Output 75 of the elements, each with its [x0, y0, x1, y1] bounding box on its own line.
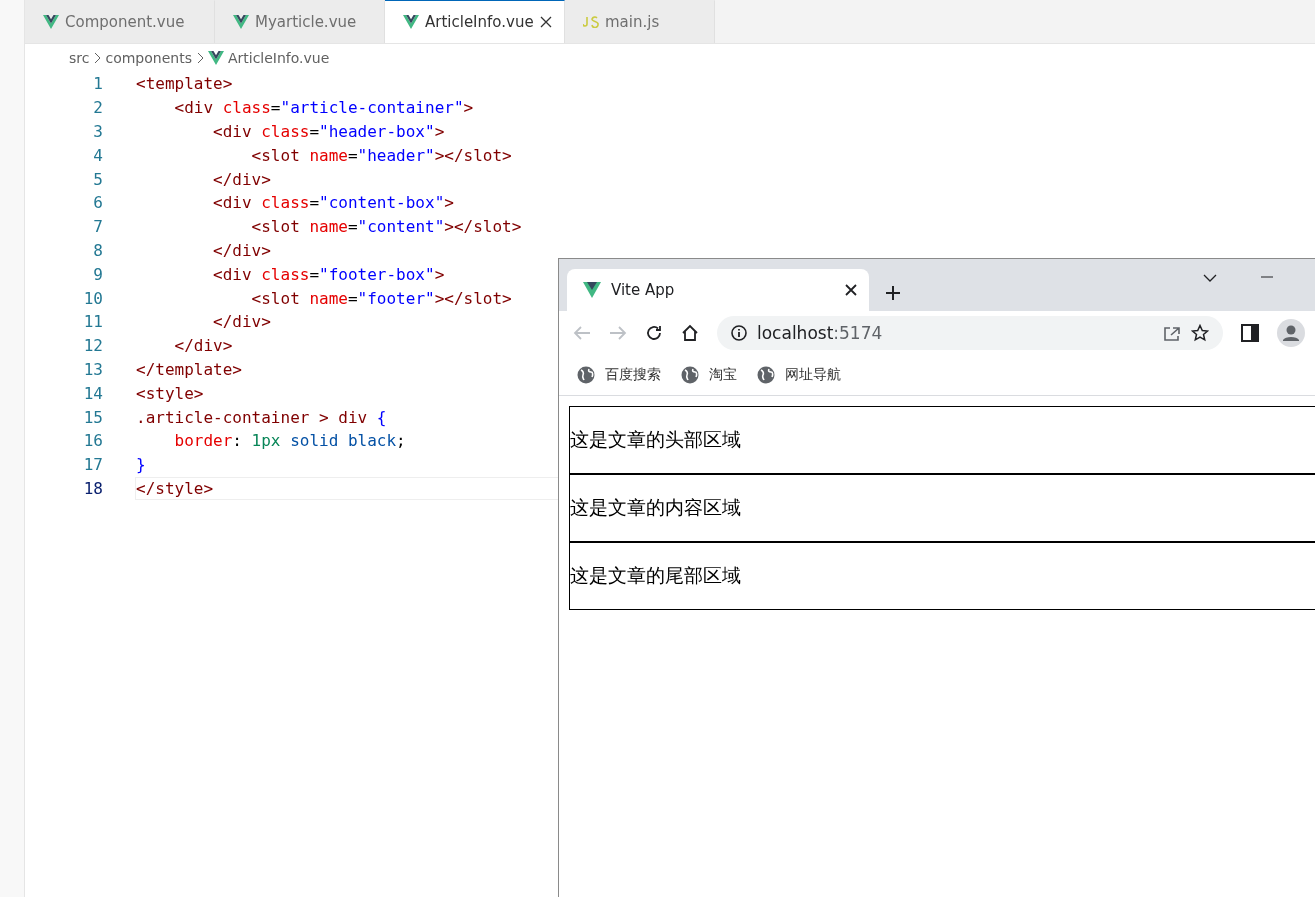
code-line: <div class="article-container">	[173, 97, 475, 120]
line-number: 16	[82, 431, 103, 451]
editor-tab[interactable]: ArticleInfo.vue	[385, 0, 565, 43]
line-number: 6	[92, 193, 103, 213]
editor-tab[interactable]: Component.vue	[25, 0, 215, 43]
star-icon[interactable]	[1191, 324, 1209, 342]
line-number: 15	[82, 407, 103, 427]
chevron-down-icon[interactable]	[1203, 274, 1217, 282]
code-line: </div>	[173, 335, 234, 358]
code-line: <div class="content-box">	[212, 192, 455, 215]
line-number: 8	[92, 240, 103, 260]
chevron-right-icon	[93, 52, 102, 64]
browser-tab[interactable]: Vite App	[567, 269, 869, 311]
code-line: </div>	[212, 239, 272, 262]
line-number: 4	[92, 145, 103, 165]
close-icon[interactable]	[540, 16, 552, 28]
plus-icon	[885, 285, 901, 301]
line-number: 17	[82, 455, 103, 475]
breadcrumb-item[interactable]: components	[105, 50, 192, 66]
profile-avatar-icon[interactable]	[1277, 319, 1305, 347]
line-number: 7	[92, 217, 103, 237]
line-number: 10	[82, 288, 103, 308]
editor-tab[interactable]: main.js	[565, 0, 715, 43]
vue-logo-icon	[207, 51, 224, 65]
line-number: 2	[92, 98, 103, 118]
globe-icon	[757, 366, 775, 384]
breadcrumb-item[interactable]: src	[69, 50, 90, 66]
chevron-right-icon	[195, 52, 204, 64]
url-text: localhost:5174	[757, 323, 884, 343]
js-file-icon	[583, 16, 599, 28]
close-icon[interactable]	[845, 284, 857, 296]
code-line: </template>	[135, 358, 243, 381]
bookmark-link[interactable]: 淘宝	[681, 366, 737, 384]
code-line: }	[135, 454, 147, 477]
section-text: 这是文章的头部区域	[570, 427, 741, 452]
code-line: <template>	[135, 73, 234, 96]
line-number: 14	[82, 383, 103, 403]
vite-logo-icon	[583, 282, 601, 298]
bookmark-link[interactable]: 网址导航	[757, 366, 841, 384]
line-number: 9	[92, 264, 103, 284]
code-line: .article-container > div {	[135, 406, 388, 429]
code-line: </div>	[212, 168, 272, 191]
line-number: 5	[92, 169, 103, 189]
vue-logo-icon	[403, 15, 419, 29]
code-line: <slot name="header"></slot>	[250, 144, 513, 167]
info-icon	[731, 325, 747, 341]
code-line: <div class="footer-box">	[212, 263, 446, 286]
code-line: <div class="header-box">	[212, 121, 446, 143]
reload-icon[interactable]	[645, 324, 663, 342]
line-number: 18	[82, 478, 103, 498]
vue-logo-icon	[43, 15, 59, 29]
globe-icon	[681, 366, 699, 384]
editor-tab[interactable]: Myarticle.vue	[215, 0, 385, 43]
share-icon[interactable]	[1163, 324, 1181, 342]
code-line: <slot name="footer"></slot>	[250, 287, 513, 310]
side-panel-icon[interactable]	[1241, 324, 1259, 342]
code-line: </div>	[212, 311, 272, 334]
globe-icon	[577, 366, 595, 384]
vue-logo-icon	[233, 15, 249, 29]
breadcrumb-item[interactable]: ArticleInfo.vue	[227, 50, 330, 66]
address-bar[interactable]: localhost:5174	[717, 316, 1223, 350]
section-text: 这是文章的尾部区域	[570, 563, 741, 588]
code-line: <style>	[135, 382, 205, 405]
line-number: 11	[82, 312, 103, 332]
code-line: border: 1px solid black;	[173, 430, 407, 453]
line-number: 3	[92, 122, 103, 141]
home-icon[interactable]	[681, 324, 699, 342]
section-text: 这是文章的内容区域	[570, 495, 741, 520]
line-number: 12	[82, 336, 103, 356]
code-line: <slot name="content"></slot>	[250, 216, 523, 239]
bookmark-link[interactable]: 百度搜索	[577, 366, 661, 384]
code-line: </style>	[135, 476, 558, 501]
line-number: 13	[82, 359, 103, 379]
new-tab-button[interactable]	[885, 285, 901, 301]
line-number: 1	[92, 74, 103, 94]
